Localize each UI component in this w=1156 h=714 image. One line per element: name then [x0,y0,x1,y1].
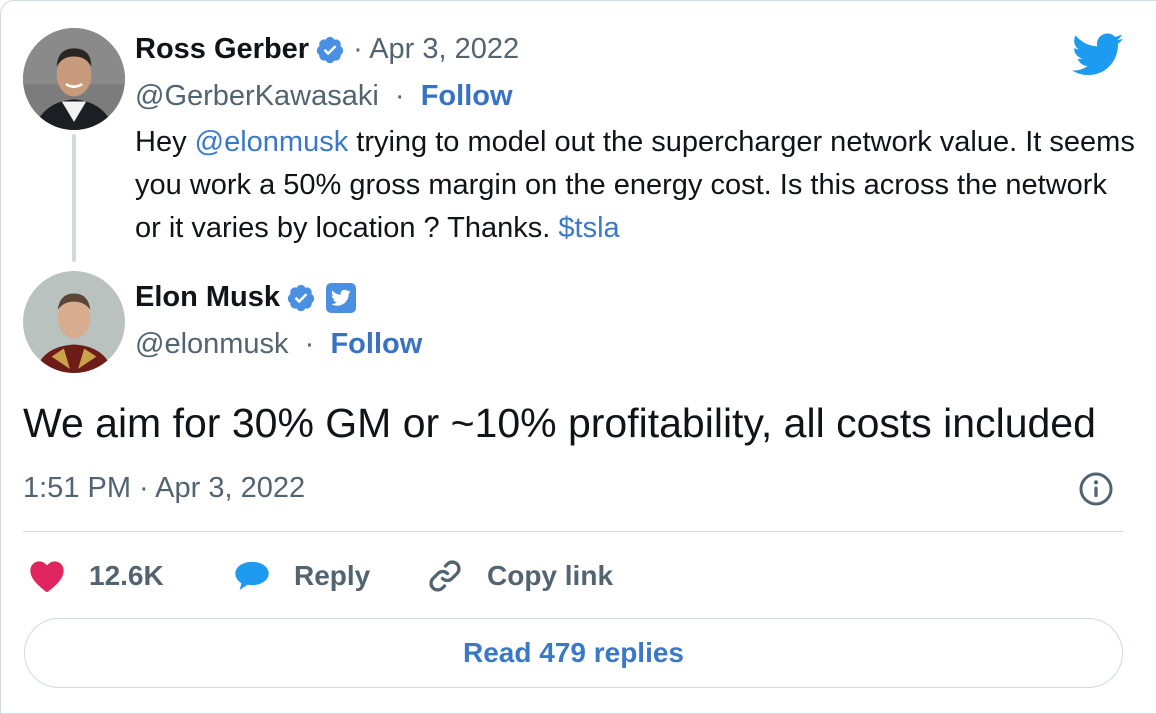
follow-button[interactable]: Follow [421,80,513,112]
avatar-elon-musk[interactable] [23,271,125,373]
author-handle[interactable]: @GerberKawasaki [135,80,379,112]
speech-bubble-icon [232,556,272,596]
cashtag-link[interactable]: $tsla [558,212,619,244]
main-tweet-header: Elon Musk [135,281,357,314]
read-replies-button[interactable]: Read 479 replies [24,618,1123,688]
like-count: 12.6K [89,560,164,591]
follow-button[interactable]: Follow [330,328,422,360]
info-icon[interactable] [1078,471,1114,507]
twitter-bird-icon[interactable] [1072,33,1124,77]
avatar-ross-gerber[interactable] [23,28,125,130]
author-name[interactable]: Ross Gerber [135,33,309,66]
author-name[interactable]: Elon Musk [135,281,280,314]
parent-tweet-text: Hey @elonmusk trying to model out the su… [135,121,1135,250]
heart-icon [27,556,67,596]
author-handle[interactable]: @elonmusk [135,328,289,360]
like-button[interactable]: 12.6K [27,554,164,598]
link-icon [425,556,465,596]
reply-label: Reply [294,560,371,591]
separator-dot: · [386,80,413,112]
main-tweet-text: We aim for 30% GM or ~10% profitability,… [23,400,1096,446]
parent-tweet-header: Ross Gerber · Apr 3, 2022 [135,33,519,66]
reply-button[interactable]: Reply [232,554,370,598]
copy-link-label: Copy link [487,560,614,591]
tweet-embed-card: Ross Gerber · Apr 3, 2022 @GerberKawasak… [0,0,1156,714]
separator-dot: · [296,328,323,360]
thread-connector-line [72,134,76,262]
tweet-timestamp[interactable]: 1:51 PM · Apr 3, 2022 [23,472,305,505]
parent-handle-row: @GerberKawasaki · Follow [135,80,513,113]
tweet-date[interactable]: · Apr 3, 2022 [353,33,519,66]
copy-link-button[interactable]: Copy link [425,554,613,598]
twitter-affiliate-badge-icon[interactable] [326,282,357,313]
tweet-text-segment: Hey [135,126,195,158]
verified-badge-icon [286,283,316,313]
main-handle-row: @elonmusk · Follow [135,328,422,361]
verified-badge-icon [315,35,345,65]
divider [23,531,1123,532]
mention-link[interactable]: @elonmusk [195,126,349,158]
